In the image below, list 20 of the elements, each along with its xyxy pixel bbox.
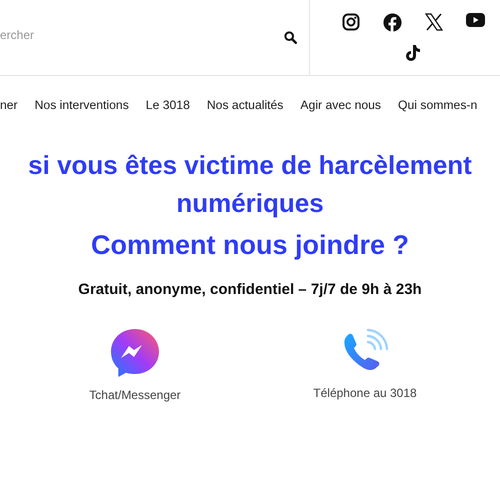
contact-label: Tchat/Messenger	[89, 388, 181, 402]
instagram-icon[interactable]	[342, 13, 360, 31]
facebook-icon[interactable]	[382, 13, 402, 32]
music-note-icon[interactable]	[405, 44, 421, 62]
page-heading: si vous êtes victime de harcèlement	[28, 149, 472, 182]
nav-link[interactable]: Qui sommes-n	[398, 98, 478, 136]
tagline: Gratuit, anonyme, confidentiel – 7j/7 de 9h à 23h	[78, 281, 422, 298]
nav-link[interactable]: ner	[0, 98, 18, 136]
nav-link[interactable]: Nos actualités	[206, 98, 284, 136]
messenger-icon[interactable]	[110, 328, 160, 378]
nav-link[interactable]: Nos interventions	[34, 98, 129, 136]
nav-link[interactable]: Le 3018	[146, 98, 190, 136]
page-heading: numériques	[176, 187, 324, 220]
contact-label: Téléphone au 3018	[313, 386, 417, 400]
search-icon[interactable]	[284, 31, 297, 44]
play-button-icon[interactable]	[466, 13, 484, 27]
search-field[interactable]: ercher	[0, 28, 284, 48]
x-logo-icon[interactable]	[424, 13, 442, 31]
section-heading: Comment nous joindre ?	[90, 230, 409, 261]
nav-link[interactable]: Agir avec nous	[300, 98, 382, 136]
